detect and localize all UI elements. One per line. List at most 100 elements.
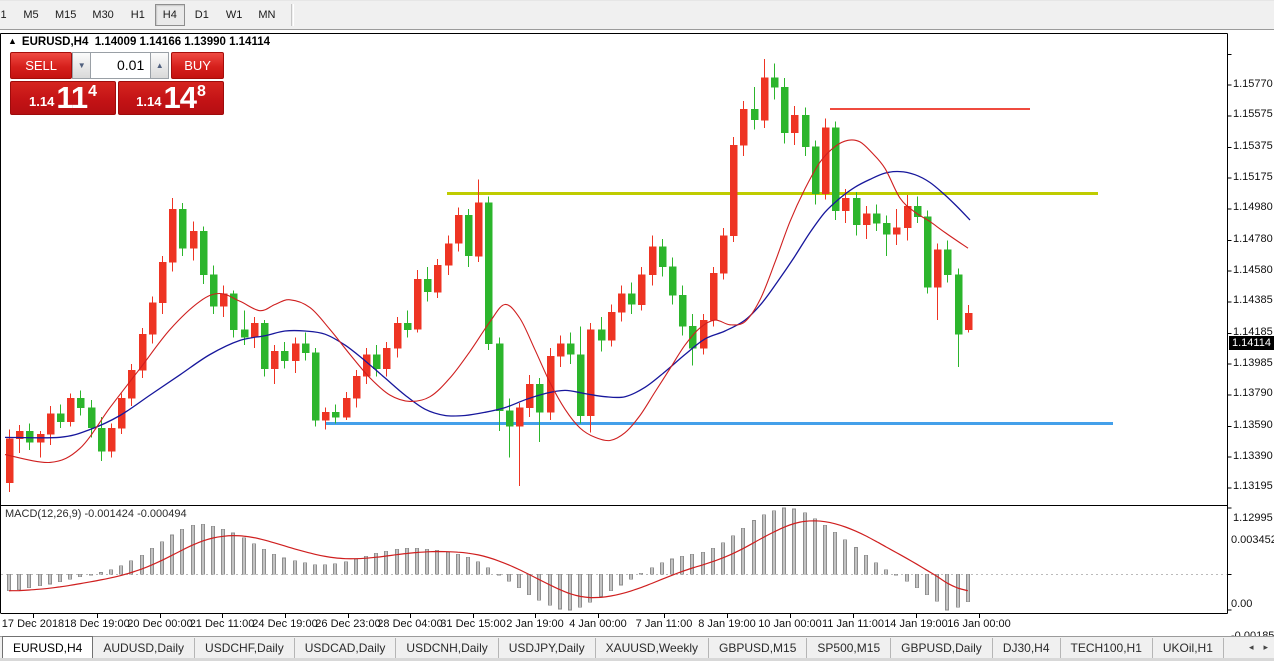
macd-histogram-bar (375, 553, 378, 574)
macd-histogram-bar (477, 562, 480, 575)
chart-tab-xauusd-weekly[interactable]: XAUUSD,Weekly (596, 638, 709, 658)
candle-body (608, 312, 615, 340)
volume-increase-button[interactable]: ▲ (150, 52, 169, 79)
macd-histogram-bar (243, 538, 246, 575)
candle-body (292, 344, 299, 361)
macd-histogram-bar (946, 574, 949, 610)
price-chart-surface[interactable] (0, 30, 1274, 636)
macd-histogram-bar (18, 574, 21, 589)
macd-histogram-bar (59, 574, 62, 581)
chart-tab-audusd-daily[interactable]: AUDUSD,Daily (93, 638, 195, 658)
macd-histogram-bar (110, 570, 113, 575)
macd-histogram-bar (916, 574, 919, 588)
macd-histogram-bar (600, 574, 603, 596)
timeframe-button-m15[interactable]: M15 (48, 4, 83, 26)
timeframe-button-m1[interactable]: M1 (0, 4, 14, 26)
sell-price-display[interactable]: 1.14 11 4 (10, 81, 116, 115)
candle-body (822, 128, 829, 194)
candle-body (751, 109, 758, 120)
macd-histogram-bar (640, 573, 643, 574)
macd-histogram-bar (90, 574, 93, 575)
chart-window: ▲ EURUSD,H4 1.14009 1.14166 1.13990 1.141… (0, 30, 1274, 636)
timeframe-button-d1[interactable]: D1 (187, 4, 217, 26)
candle-body (434, 265, 441, 292)
macd-indicator-label: MACD(12,26,9) -0.001424 -0.000494 (5, 508, 187, 520)
tab-scroll-left-icon[interactable]: ◂ (1249, 642, 1254, 653)
chart-tab-gbpusd-m15[interactable]: GBPUSD,M15 (709, 638, 807, 658)
macd-histogram-bar (79, 574, 82, 576)
candle-body (955, 275, 962, 334)
chart-tab-usdcad-daily[interactable]: USDCAD,Daily (295, 638, 397, 658)
chart-tab-ukoil-h1[interactable]: UKOil,H1 (1153, 638, 1224, 658)
price-tick-label: 1.13195 (1233, 480, 1273, 492)
chart-tab-usdjpy-daily[interactable]: USDJPY,Daily (499, 638, 596, 658)
candle-body (628, 294, 635, 305)
candle-body (934, 250, 941, 288)
candle-body (241, 330, 248, 338)
price-tick-label: 1.14580 (1233, 264, 1273, 276)
candle-body (77, 398, 84, 407)
chart-tab-gbpusd-daily[interactable]: GBPUSD,Daily (891, 638, 993, 658)
timeframe-button-h4[interactable]: H4 (155, 4, 185, 26)
candle-body (587, 330, 594, 416)
candle-body (88, 408, 95, 428)
candle-body (475, 203, 482, 256)
macd-histogram-bar (263, 549, 266, 574)
macd-histogram-bar (69, 574, 72, 579)
chart-tab-usdcnh-daily[interactable]: USDCNH,Daily (396, 638, 498, 658)
macd-histogram-bar (742, 528, 745, 574)
timeframe-button-mn[interactable]: MN (251, 4, 282, 26)
macd-histogram-bar (49, 574, 52, 584)
candle-body (343, 398, 350, 417)
macd-histogram-bar (885, 570, 888, 575)
candle-body (536, 384, 543, 412)
chart-tab-sp500-m15[interactable]: SP500,M15 (807, 638, 891, 658)
chart-tab-eurusd-h4[interactable]: EURUSD,H4 (2, 636, 93, 658)
macd-histogram-bar (345, 562, 348, 575)
candle-body (598, 330, 605, 341)
candle-body (924, 217, 931, 287)
price-tick-label: 1.12995 (1233, 512, 1273, 524)
buy-price-display[interactable]: 1.14 14 8 (118, 81, 224, 115)
timeframe-button-m30[interactable]: M30 (85, 4, 120, 26)
candle-body (424, 279, 431, 292)
macd-histogram-bar (753, 521, 756, 575)
macd-histogram-bar (8, 574, 11, 590)
candle-body (526, 384, 533, 408)
macd-histogram-bar (294, 561, 297, 575)
candle-body (689, 326, 696, 348)
candle-body (108, 428, 115, 451)
chart-tab-bar: EURUSD,H4AUDUSD,DailyUSDCHF,DailyUSDCAD,… (0, 636, 1274, 661)
timeframe-button-h1[interactable]: H1 (123, 4, 153, 26)
buy-button[interactable]: BUY (171, 52, 224, 79)
buy-price-big-digits: 14 (163, 84, 195, 112)
chart-tab-usdchf-daily[interactable]: USDCHF,Daily (195, 638, 295, 658)
candle-body (98, 428, 105, 451)
volume-decrease-button[interactable]: ▼ (72, 52, 91, 79)
candle-body (210, 275, 217, 306)
tab-scroll-right-icon[interactable]: ▸ (1263, 642, 1268, 653)
candle-body (567, 344, 574, 355)
candle-body (638, 275, 645, 305)
volume-input[interactable]: 0.01 (91, 52, 150, 79)
candle-body (312, 353, 319, 420)
macd-histogram-bar (732, 536, 735, 575)
macd-histogram-bar (100, 573, 103, 575)
macd-histogram-bar (467, 557, 470, 574)
candle-body (883, 223, 890, 234)
timeframe-button-m5[interactable]: M5 (16, 4, 46, 26)
candle-body (659, 247, 666, 267)
candle-body (332, 412, 339, 417)
symbol-name: EURUSD,H4 (22, 36, 88, 48)
sell-button[interactable]: SELL (10, 52, 72, 79)
price-tick-label: 1.13985 (1233, 357, 1273, 369)
symbol-ohlc-values: 1.14009 1.14166 1.13990 1.14114 (95, 36, 270, 48)
timeframe-button-w1[interactable]: W1 (219, 4, 250, 26)
candle-body (679, 295, 686, 326)
chart-tab-tech100-h1[interactable]: TECH100,H1 (1061, 638, 1153, 658)
macd-histogram-bar (661, 563, 664, 575)
price-tick-label: 1.15575 (1233, 108, 1273, 120)
chart-tab-dj30-h4[interactable]: DJ30,H4 (993, 638, 1061, 658)
collapse-triangle-icon[interactable]: ▲ (8, 36, 17, 46)
price-tick-label: 1.15770 (1233, 78, 1273, 90)
